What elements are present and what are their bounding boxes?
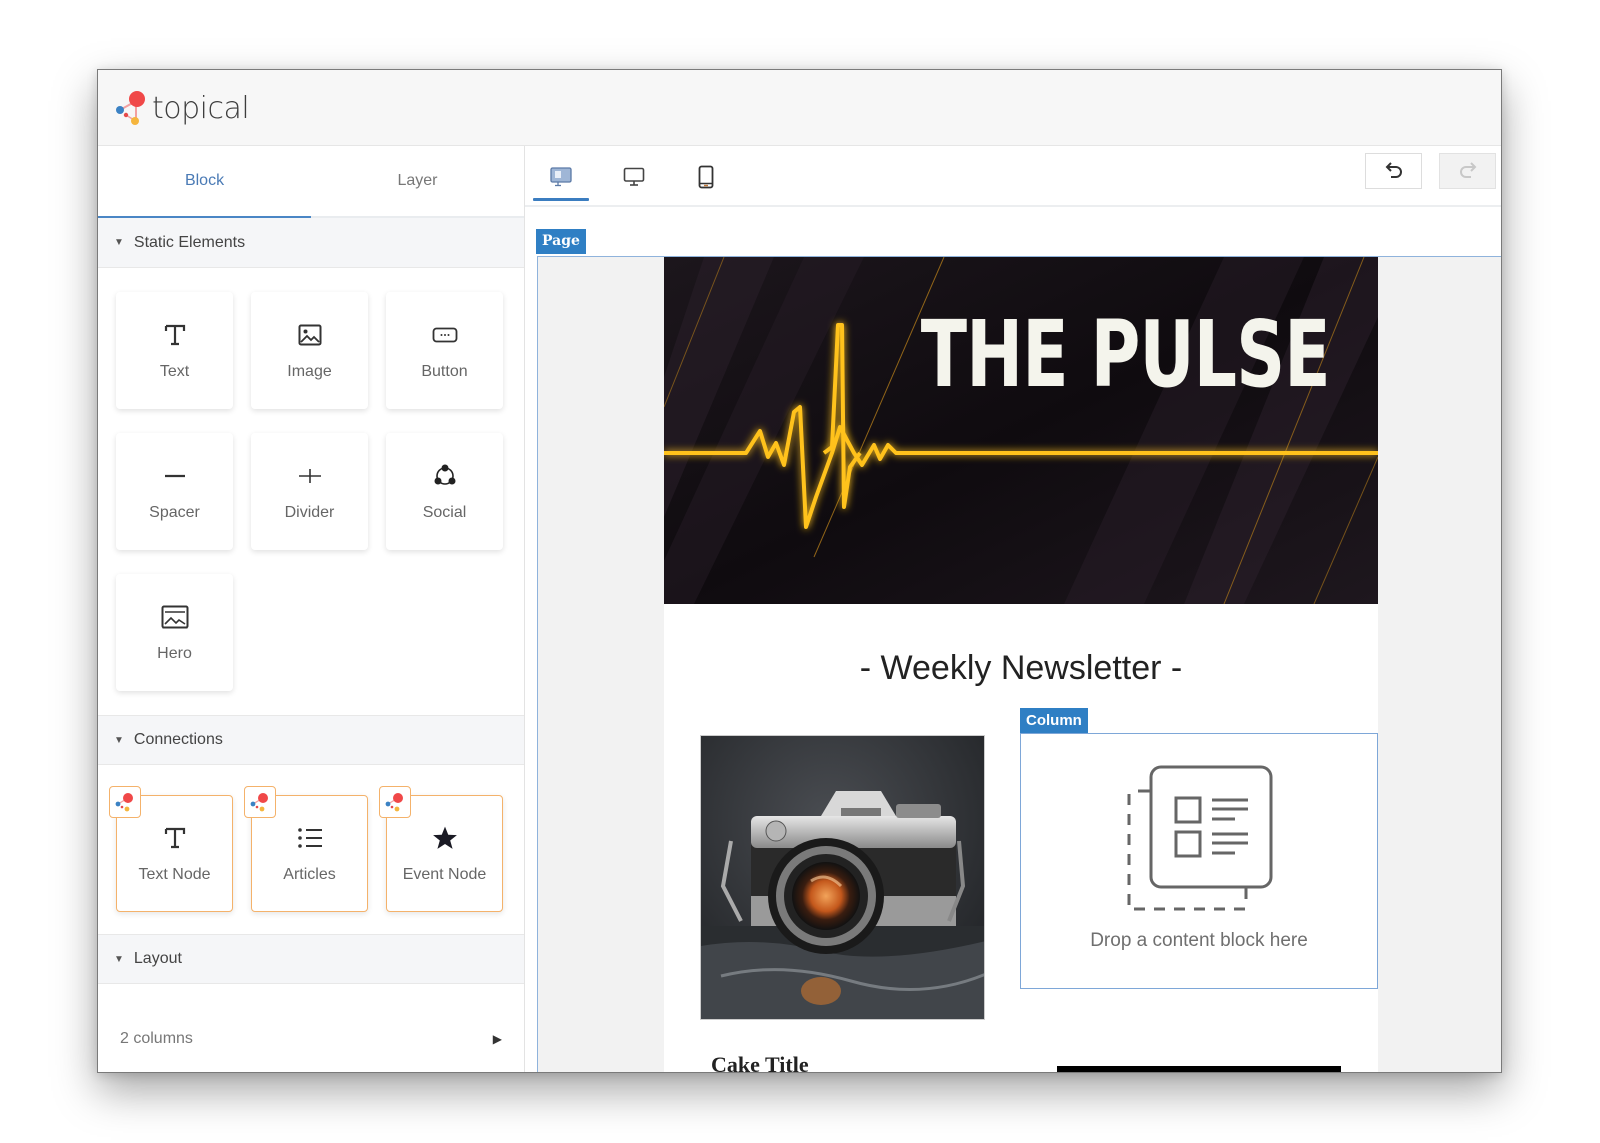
camera-photo	[701, 736, 984, 1019]
divider-icon	[298, 462, 322, 490]
block-label: Articles	[283, 865, 336, 883]
app-header: topical	[98, 70, 1501, 146]
column-label[interactable]: Column	[1020, 708, 1088, 733]
newsletter-headline[interactable]: - Weekly Newsletter -	[664, 649, 1378, 688]
hero-icon	[161, 603, 189, 631]
blocks-sidebar: Block Layer ▼ Static Elements Text Image…	[98, 146, 525, 1072]
caret-down-icon: ▼	[114, 734, 124, 746]
article-title[interactable]: Cake Title	[711, 1052, 809, 1072]
page-frame[interactable]: THE PULSE - Weekly Newsletter - Column D…	[537, 256, 1501, 1072]
section-layout[interactable]: ▼ Layout	[98, 934, 524, 984]
connection-badge	[379, 786, 411, 818]
block-articles[interactable]: Articles	[244, 786, 368, 912]
section-static-elements[interactable]: ▼ Static Elements	[98, 218, 524, 268]
connection-badge	[109, 786, 141, 818]
section-title: Layout	[133, 950, 182, 967]
block-label: Button	[421, 362, 468, 380]
block-button[interactable]: Button	[386, 292, 503, 409]
text-icon	[164, 824, 186, 852]
brand-name: topical	[152, 90, 250, 126]
connection-badge	[244, 786, 276, 818]
sidebar-tabs: Block Layer	[98, 146, 524, 218]
layout-2-columns[interactable]: 2 columns ▶	[98, 1002, 524, 1072]
block-label: Hero	[157, 644, 192, 662]
brand-logo[interactable]: topical	[114, 86, 250, 130]
topical-logo-icon	[115, 793, 133, 812]
caret-down-icon: ▼	[114, 237, 124, 248]
text-icon	[164, 321, 186, 349]
redo-button[interactable]	[1439, 153, 1496, 189]
editor-toolbar	[525, 146, 1501, 207]
tab-layer-label: Layer	[397, 172, 438, 189]
static-elements-grid: Text Image Button Spacer Divider Social …	[98, 268, 524, 715]
layout-item-label: 2 columns	[120, 1030, 193, 1047]
block-label: Text	[159, 362, 190, 380]
mobile-icon	[698, 165, 714, 188]
editor-window: topical Block Layer ▼ Static Elements Te…	[97, 69, 1502, 1073]
hero-banner[interactable]: THE PULSE	[664, 257, 1378, 604]
block-label: Image	[287, 362, 332, 380]
block-social[interactable]: Social	[386, 433, 503, 550]
section-connections[interactable]: ▼ Connections	[98, 715, 524, 765]
desktop-view-button[interactable]	[606, 146, 662, 207]
tab-block[interactable]: Block	[98, 146, 311, 218]
tab-block-label: Block	[184, 172, 225, 189]
column-dropzone[interactable]: Drop a content block here	[1020, 733, 1378, 989]
responsive-view-button[interactable]	[533, 146, 589, 207]
block-label: Divider	[284, 503, 335, 521]
block-label: Event Node	[402, 865, 487, 883]
star-icon	[432, 824, 458, 852]
undo-button[interactable]	[1365, 153, 1422, 189]
tab-layer[interactable]: Layer	[311, 146, 524, 216]
caret-right-icon: ▶	[492, 1032, 502, 1046]
mobile-view-button[interactable]	[678, 146, 734, 207]
undo-icon	[1385, 162, 1402, 178]
topical-logo-icon	[250, 793, 268, 812]
block-label: Text Node	[138, 865, 211, 883]
caret-down-icon: ▼	[114, 953, 124, 965]
block-label: Spacer	[149, 503, 200, 521]
image-icon	[298, 321, 322, 349]
list-icon	[297, 824, 323, 852]
email-body: THE PULSE - Weekly Newsletter - Column D…	[664, 257, 1378, 1072]
banner-title: THE PULSE	[920, 301, 1331, 408]
block-text[interactable]: Text	[116, 292, 233, 409]
section-title: Static Elements	[133, 233, 246, 251]
topical-logo-icon	[385, 793, 403, 812]
page-label[interactable]: Page	[536, 229, 586, 254]
spacer-icon	[164, 462, 186, 490]
section-title: Connections	[133, 731, 223, 748]
block-event-node[interactable]: Event Node	[379, 786, 503, 912]
desktop-icon	[623, 167, 645, 186]
block-label: Social	[422, 503, 467, 521]
block-spacer[interactable]: Spacer	[116, 433, 233, 550]
responsive-view-icon	[550, 166, 572, 186]
editor-canvas: Page THE PULSE - Weekly Newsletter - Col…	[525, 209, 1501, 1072]
drop-placeholder-text: Drop a content block here	[1090, 930, 1308, 951]
redo-icon	[1459, 162, 1476, 178]
camera-image[interactable]	[700, 735, 985, 1020]
block-hero[interactable]: Hero	[116, 574, 233, 691]
connections-grid: Text Node Articles Event Node	[98, 765, 524, 934]
block-image[interactable]: Image	[251, 292, 368, 409]
block-divider[interactable]: Divider	[251, 433, 368, 550]
topical-logo-icon	[116, 91, 145, 125]
content-block-icon	[1127, 765, 1273, 911]
article-image-placeholder[interactable]	[1057, 1066, 1341, 1072]
social-icon	[432, 462, 458, 490]
block-text-node[interactable]: Text Node	[109, 786, 233, 912]
button-icon	[432, 321, 458, 349]
